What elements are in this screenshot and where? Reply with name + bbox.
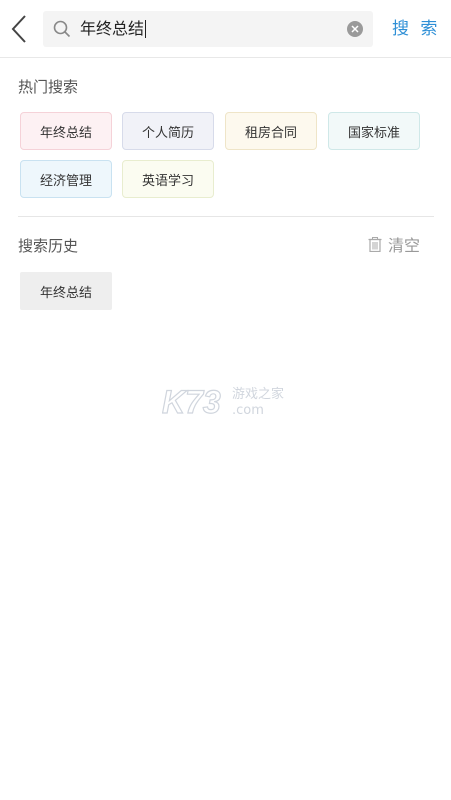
clear-icon — [351, 25, 359, 33]
search-field[interactable]: 年终总结 — [43, 11, 373, 47]
history-title: 搜索历史 — [18, 237, 79, 255]
watermark-tagline: 游戏之家 — [232, 386, 284, 402]
hot-tag[interactable]: 英语学习 — [122, 160, 214, 198]
hot-tag-label: 国家标准 — [347, 125, 400, 141]
back-arrow-icon — [11, 15, 26, 43]
watermark-logo: K73 游戏之家 .com — [162, 383, 284, 420]
hot-tag[interactable]: 年终总结 — [20, 112, 112, 150]
top-bar: 年终总结 搜 索 — [0, 0, 451, 58]
watermark-domain: .com — [232, 403, 264, 418]
clear-input-button[interactable] — [347, 21, 363, 37]
hot-tag[interactable]: 经济管理 — [20, 160, 112, 198]
hot-search-title: 热门搜索 — [18, 78, 79, 96]
search-input[interactable]: 年终总结 — [80, 11, 147, 47]
section-divider — [18, 216, 434, 217]
hot-tag[interactable]: 国家标准 — [328, 112, 420, 150]
trash-icon — [368, 236, 382, 252]
back-button[interactable] — [6, 12, 32, 46]
history-item[interactable]: 年终总结 — [20, 272, 112, 310]
search-button[interactable]: 搜 索 — [392, 15, 440, 43]
clear-history-button[interactable]: 清空 — [368, 233, 420, 255]
hot-tag-label: 年终总结 — [39, 125, 92, 141]
clear-history-label: 清空 — [388, 236, 421, 255]
hot-tag-label: 英语学习 — [141, 173, 194, 189]
search-icon — [53, 20, 71, 38]
hot-tag-label: 经济管理 — [39, 173, 92, 189]
text-caret — [145, 20, 147, 38]
hot-tag[interactable]: 个人简历 — [122, 112, 214, 150]
hot-tag[interactable]: 租房合同 — [225, 112, 317, 150]
history-item-label: 年终总结 — [39, 285, 92, 301]
watermark-logo-text: K73 — [162, 384, 221, 420]
hot-tag-label: 个人简历 — [141, 125, 194, 141]
hot-tag-label: 租房合同 — [244, 125, 297, 141]
search-input-value: 年终总结 — [80, 19, 145, 38]
